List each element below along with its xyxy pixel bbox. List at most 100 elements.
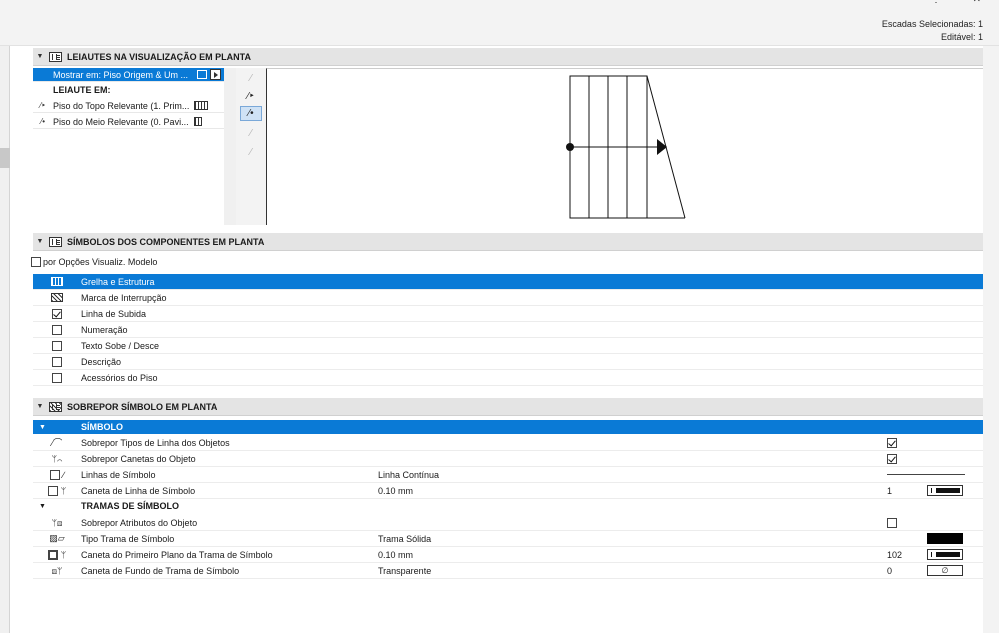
more-options-icon[interactable]: ⋮ [931,0,941,5]
symbol-line-pen-checkbox[interactable] [47,485,58,496]
symbol-lines-checkbox[interactable] [49,469,60,480]
prop-row-override-pens[interactable]: ᛘ⌒ Sobrepor Canetas do Objeto [33,451,983,467]
walking-line-checkbox[interactable] [52,308,62,319]
prop-name: Linhas de Símbolo [81,469,156,480]
bg-pen-value[interactable]: Transparente [378,566,888,576]
show-in-label: Mostrar em: Piso Origem & Um ... [53,69,189,80]
collapse-triangle-icon[interactable]: ▼ [33,503,81,510]
symbol-lines-value[interactable]: Linha Contínua [378,470,888,480]
fg-pen-value[interactable]: 0.10 mm [378,550,888,560]
prop-name: Caneta de Fundo de Trama de Símbolo [81,565,240,576]
prop-name: Sobrepor Tipos de Linha dos Objetos [81,437,230,448]
component-label: Marca de Interrupção [81,292,167,303]
panel-splitter[interactable] [224,68,236,225]
walking-line-arrow [657,139,667,155]
collapse-triangle-icon[interactable]: ▼ [33,403,47,410]
walking-line-start-dot [566,143,574,151]
fill-type-icon: ▨▱ [49,533,65,543]
list-item-top-floor[interactable]: ⁄‣ Piso do Topo Relevante (1. Prim... [33,99,224,113]
pen-icon: ᛘ [60,549,67,560]
prop-name: Caneta do Primeiro Plano da Trama de Sím… [81,549,273,560]
collapse-triangle-icon[interactable]: ▼ [33,53,47,60]
stair-section-icon [49,236,62,247]
prop-row-fill-type[interactable]: ▨▱ Tipo Trama de Símbolo Trama Sólida [33,531,983,547]
numbering-checkbox[interactable] [52,324,62,335]
group-title: TRAMAS DE SÍMBOLO [81,501,179,511]
top-bar: ⋮ ✕ Escadas Selecionadas: 1 Editável: 1 [0,0,999,46]
component-row-grid[interactable]: Grelha e Estrutura [33,274,983,290]
component-row-description[interactable]: Descrição [33,354,983,370]
list-item-middle-floor[interactable]: ⁄• Piso do Meio Relevante (0. Pavi... [33,115,224,129]
break-mark-icon [51,293,63,302]
section-header-override[interactable]: ▼ SOBREPOR SÍMBOLO EM PLANTA [33,398,983,416]
floor-range-icon [197,70,207,79]
override-line-types-checkbox[interactable] [887,437,897,448]
show-in-dropdown[interactable]: Mostrar em: Piso Origem & Um ... [33,68,224,82]
pen-icon: ᛘ [60,485,67,496]
pen-swatch[interactable] [927,485,963,496]
close-icon[interactable]: ✕ [973,0,981,5]
prop-row-bg-pen[interactable]: ▧ᛘ Caneta de Fundo de Trama de Símbolo T… [33,563,983,579]
prop-row-symbol-lines[interactable]: ∕ Linhas de Símbolo Linha Contínua [33,467,983,483]
pen-number: 0 [887,565,893,576]
up-down-text-checkbox[interactable] [52,340,62,351]
prop-row-override-attrs[interactable]: ᛘ▨ Sobrepor Atributos do Objeto [33,515,983,531]
pen-number: 1 [887,485,893,496]
left-scroll-knob[interactable] [0,148,10,168]
component-label: Grelha e Estrutura [81,276,155,287]
right-scrollbar[interactable] [983,46,999,633]
layout-tools: ⁄ ⁄‣ ⁄• ⁄ ⁄ [236,68,266,225]
floor-accessories-checkbox[interactable] [52,372,62,383]
component-label: Texto Sobe / Desce [81,340,160,351]
section-title: SÍMBOLOS DOS COMPONENTES EM PLANTA [67,236,265,247]
pen-swatch[interactable] [927,549,963,560]
layout-tool-1[interactable]: ⁄ [240,71,262,86]
layout-tool-3[interactable]: ⁄• [240,106,262,121]
by-model-view-option[interactable]: por Opções Visualiz. Modelo [31,257,157,267]
group-header-fills[interactable]: ▼ TRAMAS DE SÍMBOLO [33,499,983,513]
component-label: Descrição [81,356,122,367]
prop-name: Sobrepor Canetas do Objeto [81,453,196,464]
section-header-layouts[interactable]: ▼ LEIAUTES NA VISUALIZAÇÃO EM PLANTA [33,48,983,66]
component-label: Acessórios do Piso [81,372,158,383]
collapse-triangle-icon[interactable]: ▼ [33,424,81,431]
line-type-sample [887,474,965,475]
section-header-symbols[interactable]: ▼ SÍMBOLOS DOS COMPONENTES EM PLANTA [33,233,983,251]
object-attributes-icon: ᛘ▨ [51,517,63,528]
component-row-numbering[interactable]: Numeração [33,322,983,338]
prop-row-fg-pen[interactable]: ᛘ Caneta do Primeiro Plano da Trama de S… [33,547,983,563]
prop-name: Tipo Trama de Símbolo [81,533,175,544]
stair-plan-preview [266,68,983,225]
description-checkbox[interactable] [52,356,62,367]
override-section-icon [49,401,62,412]
layout-tool-4[interactable]: ⁄ [240,126,262,141]
grid-structure-icon [194,101,208,110]
prop-row-symbol-line-pen[interactable]: ᛘ Caneta de Linha de Símbolo 0.10 mm 1 [33,483,983,499]
override-attrs-checkbox[interactable] [887,517,897,528]
fill-type-value[interactable]: Trama Sólida [378,534,888,544]
prop-name: Sobrepor Atributos do Objeto [81,517,198,528]
layout-tool-5[interactable]: ⁄ [240,145,262,160]
bg-pen-icon: ▧ᛘ [51,565,63,576]
component-row-walking-line[interactable]: Linha de Subida [33,306,983,322]
layout-tool-2[interactable]: ⁄‣ [240,89,262,104]
group-header-symbol[interactable]: ▼ SÍMBOLO [33,420,983,434]
list-item-label: Piso do Topo Relevante (1. Prim... [53,100,190,111]
by-model-view-checkbox[interactable] [31,257,41,267]
top-floor-icon: ⁄‣ [39,101,47,110]
override-pens-checkbox[interactable] [887,453,897,464]
symbol-line-pen-value[interactable]: 0.10 mm [378,486,888,496]
collapse-triangle-icon[interactable]: ▼ [33,238,47,245]
dropdown-arrow-icon[interactable] [210,69,221,80]
prop-row-override-line-types[interactable]: ∕⌒ Sobrepor Tipos de Linha dos Objetos [33,435,983,451]
component-row-up-down-text[interactable]: Texto Sobe / Desce [33,338,983,354]
transparent-pen-swatch[interactable]: ∅ [927,565,963,576]
layouts-list: Mostrar em: Piso Origem & Um ... LEIAUTE… [33,68,224,225]
component-label: Linha de Subida [81,308,147,319]
line-icon: ∕ [62,469,65,480]
line-types-icon: ∕⌒ [51,438,63,448]
solid-fill-swatch[interactable] [927,533,963,544]
pen-number: 102 [887,549,903,560]
component-row-floor-accessories[interactable]: Acessórios do Piso [33,370,983,386]
component-row-break-mark[interactable]: Marca de Interrupção [33,290,983,306]
